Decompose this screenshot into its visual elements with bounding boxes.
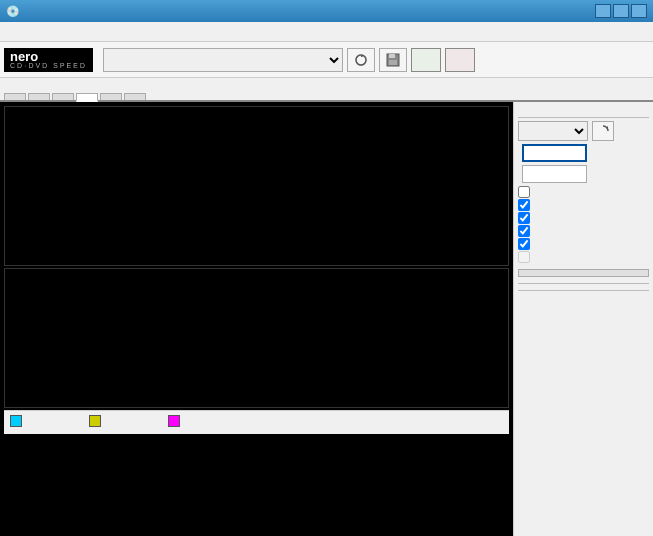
tab-disc-info[interactable]	[52, 93, 74, 100]
toolbar: nero CD·DVD SPEED	[0, 42, 653, 78]
pi-failures-header	[89, 415, 147, 427]
top-chart	[4, 106, 509, 266]
menu-run-test[interactable]	[24, 30, 36, 34]
charts-area	[0, 102, 513, 536]
tab-disc-quality[interactable]	[76, 93, 98, 102]
jitter-group	[168, 415, 226, 430]
jitter-color	[168, 415, 180, 427]
main-content	[0, 102, 653, 536]
app-icon: 💿	[6, 5, 20, 18]
pi-failures-group	[89, 415, 147, 430]
show-write-speed-row	[518, 251, 649, 263]
show-jitter-row	[518, 225, 649, 237]
exit-button[interactable]	[445, 48, 475, 72]
settings-refresh-btn[interactable]	[592, 121, 614, 141]
tab-scandisc[interactable]	[124, 93, 146, 100]
start-mb-row	[518, 144, 649, 162]
progress-section	[518, 294, 649, 296]
advanced-button[interactable]	[518, 269, 649, 277]
divider-disc-settings	[518, 117, 649, 118]
divider-quality	[518, 283, 649, 284]
show-jitter-checkbox[interactable]	[518, 225, 530, 237]
pi-failures-color	[89, 415, 101, 427]
close-button[interactable]	[631, 4, 647, 18]
show-c1pie-row	[518, 199, 649, 211]
tab-advanced-disc-quality[interactable]	[100, 93, 122, 100]
speed-row	[518, 121, 649, 141]
drive-select[interactable]	[103, 48, 343, 72]
speed-select[interactable]	[518, 121, 588, 141]
quick-scan-row	[518, 186, 649, 198]
titlebar: 💿	[0, 0, 653, 22]
show-read-speed-row	[518, 238, 649, 250]
maximize-button[interactable]	[613, 4, 629, 18]
right-panel	[513, 102, 653, 536]
start-mb-input[interactable]	[522, 144, 587, 162]
minimize-button[interactable]	[595, 4, 611, 18]
menubar	[0, 22, 653, 42]
pi-errors-color	[10, 415, 22, 427]
pi-errors-header	[10, 415, 68, 427]
start-button[interactable]	[411, 48, 441, 72]
disc-info-section	[518, 108, 649, 111]
titlebar-title-area: 💿	[6, 5, 24, 18]
tabs-bar	[0, 78, 653, 102]
show-c2pif-row	[518, 212, 649, 224]
jitter-header	[168, 415, 226, 427]
tab-create-disc[interactable]	[28, 93, 50, 100]
titlebar-controls	[595, 4, 647, 18]
end-mb-input[interactable]	[522, 165, 587, 183]
settings-section	[518, 121, 649, 277]
divider-progress	[518, 290, 649, 291]
show-c1pie-checkbox[interactable]	[518, 199, 530, 211]
nero-logo: nero CD·DVD SPEED	[4, 48, 93, 72]
quick-scan-checkbox[interactable]	[518, 186, 530, 198]
stats-bar	[4, 410, 509, 434]
bottom-chart	[4, 268, 509, 408]
menu-file[interactable]	[4, 30, 16, 34]
menu-extra[interactable]	[44, 30, 56, 34]
show-c2pif-checkbox[interactable]	[518, 212, 530, 224]
end-mb-row	[518, 165, 649, 183]
show-read-speed-checkbox[interactable]	[518, 238, 530, 250]
tab-benchmark[interactable]	[4, 93, 26, 100]
show-write-speed-checkbox[interactable]	[518, 251, 530, 263]
menu-help[interactable]	[64, 30, 76, 34]
refresh-button[interactable]	[347, 48, 375, 72]
pi-errors-group	[10, 415, 68, 430]
save-button[interactable]	[379, 48, 407, 72]
